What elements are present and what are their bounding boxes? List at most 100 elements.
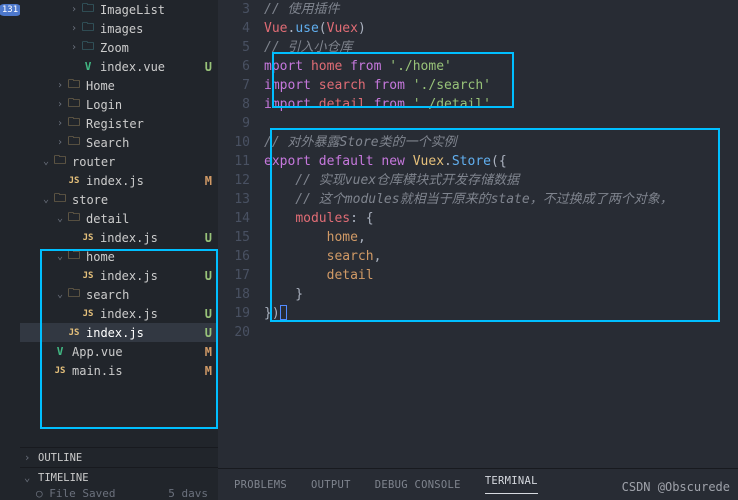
tree-item-label: index.js [100, 307, 200, 321]
code-line[interactable]: mport home from './home' [264, 57, 738, 76]
code-line[interactable]: }) [264, 304, 738, 323]
code-line[interactable]: // 这个modules就相当于原来的state，不过换成了两个对象， [264, 190, 738, 209]
file-tree: ›🗀ImageList›🗀images›🗀ZoomVindex.vueU›🗀Ho… [20, 0, 218, 447]
tree-item-label: Login [86, 98, 200, 112]
chevron-icon: › [54, 80, 66, 91]
folder-item[interactable]: ⌄🗀home [20, 247, 218, 266]
js-icon: JS [80, 233, 96, 243]
code-line[interactable]: export default new Vuex.Store({ [264, 152, 738, 171]
code-line[interactable]: import detail from './detail' [264, 95, 738, 114]
git-status-badge: U [200, 60, 212, 74]
folder-icon: 🗀 [66, 284, 82, 305]
folder-icon: 🗀 [66, 132, 82, 153]
folder-item[interactable]: ›🗀Zoom [20, 38, 218, 57]
chevron-icon: ⌄ [54, 213, 66, 224]
js-icon: JS [80, 271, 96, 281]
chevron-icon: › [54, 118, 66, 129]
chevron-down-icon: ⌄ [24, 472, 36, 484]
file-item[interactable]: JSindex.jsU [20, 304, 218, 323]
folder-icon: 🗀 [80, 0, 96, 20]
text-cursor [280, 305, 287, 320]
code-line[interactable]: // 引入小仓库 [264, 38, 738, 57]
chevron-icon: ⌄ [40, 156, 52, 167]
outline-label: OUTLINE [38, 452, 82, 464]
folder-icon: 🗀 [66, 208, 82, 229]
code-line[interactable]: // 对外暴露Store类的一个实例 [264, 133, 738, 152]
git-status-badge: U [200, 269, 212, 283]
folder-item[interactable]: ⌄🗀store [20, 190, 218, 209]
chevron-icon: › [54, 137, 66, 148]
js-icon: JS [52, 366, 68, 376]
code-line[interactable]: import search from './search' [264, 76, 738, 95]
git-status-badge: M [200, 174, 212, 188]
file-item[interactable]: JSindex.jsU [20, 228, 218, 247]
tab-output[interactable]: OUTPUT [311, 479, 351, 491]
tree-item-label: images [100, 22, 200, 36]
tab-problems[interactable]: PROBLEMS [234, 479, 287, 491]
code-line[interactable] [264, 114, 738, 133]
code-line[interactable]: detail [264, 266, 738, 285]
chevron-icon: › [54, 99, 66, 110]
file-item[interactable]: JSindex.jsU [20, 266, 218, 285]
code-line[interactable]: } [264, 285, 738, 304]
git-status-badge: M [200, 345, 212, 359]
folder-item[interactable]: ⌄🗀search [20, 285, 218, 304]
folder-item[interactable]: ›🗀 Home [20, 76, 218, 95]
folder-item[interactable]: ›🗀 ImageList [20, 0, 218, 19]
timeline-item-label: ○ File Saved [36, 487, 115, 500]
tree-item-label: Register [86, 117, 200, 131]
activity-bar[interactable]: 131 [0, 0, 20, 500]
folder-icon: 🗀 [80, 18, 96, 39]
code-line[interactable]: // 实现vuex仓库模块式开发存储数据 [264, 171, 738, 190]
js-icon: JS [66, 328, 82, 338]
folder-item[interactable]: ⌄🗀 detail [20, 209, 218, 228]
code-line[interactable]: // 使用插件 [264, 0, 738, 19]
folder-item[interactable]: ›🗀 images [20, 19, 218, 38]
tree-item-label: detail [86, 212, 200, 226]
code-line[interactable]: modules: { [264, 209, 738, 228]
tree-item-label: Search [86, 136, 200, 150]
file-item[interactable]: JS index.jsM [20, 171, 218, 190]
outline-section[interactable]: › OUTLINE [20, 447, 218, 467]
folder-icon: 🗀 [66, 113, 82, 134]
code-content[interactable]: // 使用插件Vue.use(Vuex)// 引入小仓库mport home f… [264, 0, 738, 468]
folder-item[interactable]: ⌄🗀router [20, 152, 218, 171]
tab-terminal[interactable]: TERMINAL [485, 475, 538, 494]
file-item[interactable]: JSmain.isM [20, 361, 218, 380]
folder-icon: 🗀 [66, 75, 82, 96]
code-editor[interactable]: 34567891011121314151617181920 // 使用插件Vue… [218, 0, 738, 468]
tree-item-label: Home [86, 79, 200, 93]
chevron-icon: ⌄ [54, 251, 66, 262]
folder-icon: 🗀 [66, 94, 82, 115]
tree-item-label: index.js [100, 231, 200, 245]
git-status-badge: M [200, 364, 212, 378]
tree-item-label: index.js [86, 174, 200, 188]
folder-item[interactable]: ›🗀 Search [20, 133, 218, 152]
code-line[interactable]: home, [264, 228, 738, 247]
vue-icon: V [52, 345, 68, 358]
tree-item-label: index.vue [100, 60, 200, 74]
folder-item[interactable]: ›🗀 Login [20, 95, 218, 114]
file-item[interactable]: Vindex.vueU [20, 57, 218, 76]
chevron-icon: › [68, 23, 80, 34]
tab-debug-console[interactable]: DEBUG CONSOLE [375, 479, 461, 491]
folder-icon: 🗀 [52, 189, 68, 210]
git-status-badge: U [200, 307, 212, 321]
folder-item[interactable]: ›🗀 Register [20, 114, 218, 133]
tree-item-label: store [72, 193, 200, 207]
tree-item-label: ImageList [100, 3, 200, 17]
vue-icon: V [80, 60, 96, 73]
notification-badge: 131 [0, 4, 22, 16]
editor-pane: 34567891011121314151617181920 // 使用插件Vue… [218, 0, 738, 500]
file-item[interactable]: VApp.vueM [20, 342, 218, 361]
file-item[interactable]: JSindex.jsU [20, 323, 218, 342]
timeline-item[interactable]: ○ File Saved 5 davs [20, 487, 218, 500]
timeline-section[interactable]: ⌄ TIMELINE [20, 467, 218, 487]
chevron-icon: › [68, 4, 80, 15]
code-line[interactable]: search, [264, 247, 738, 266]
code-line[interactable]: Vue.use(Vuex) [264, 19, 738, 38]
timeline-item-when: 5 davs [168, 487, 208, 500]
js-icon: JS [66, 176, 82, 186]
tree-item-label: search [86, 288, 200, 302]
tree-item-label: home [86, 250, 200, 264]
